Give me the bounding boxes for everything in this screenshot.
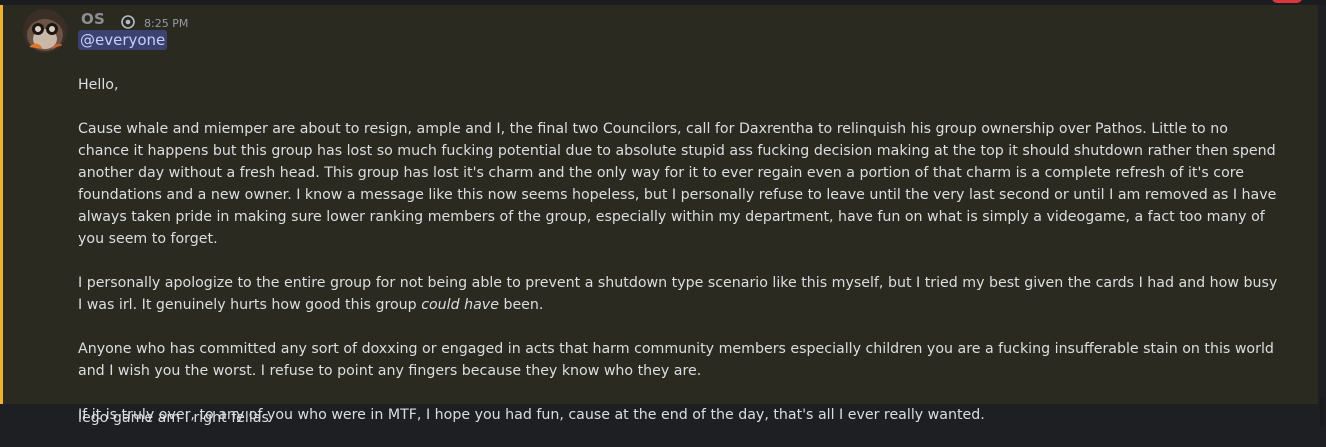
- apology-text-start: I personally apologize to the entire gro…: [78, 275, 1278, 313]
- paragraph-resignation: Cause whale and miemper are about to res…: [78, 121, 1277, 247]
- scrollbar-track[interactable]: [1318, 5, 1326, 447]
- notification-pill[interactable]: [1272, 0, 1302, 3]
- next-message-text: lego game am I right fellas: [78, 410, 269, 426]
- everyone-mention[interactable]: @everyone: [78, 30, 168, 50]
- paragraph-doxxing: Anyone who has committed any sort of dox…: [78, 341, 1274, 379]
- gear-role-icon: [121, 14, 135, 29]
- avatar-image: [23, 9, 67, 53]
- scrollbar-thumb[interactable]: [1320, 398, 1325, 426]
- author-username[interactable]: OS: [81, 10, 105, 28]
- apology-text-italic: could have: [421, 297, 499, 313]
- message-content: Hello, Cause whale and miemper are about…: [78, 74, 1278, 426]
- message-timestamp[interactable]: 8:25 PM: [144, 17, 188, 30]
- apology-text-end: been.: [498, 297, 544, 313]
- paragraph-apology: I personally apologize to the entire gro…: [78, 272, 1278, 316]
- paragraph-greeting: Hello,: [78, 77, 119, 93]
- avatar[interactable]: [23, 9, 67, 53]
